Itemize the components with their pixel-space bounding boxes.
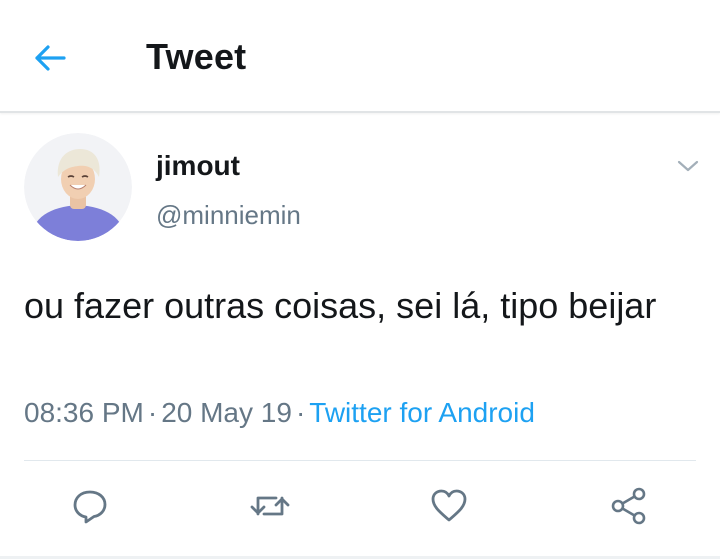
tweet-metadata: 08:36 PM · 20 May 19 · Twitter for Android bbox=[24, 397, 535, 429]
separator: · bbox=[147, 397, 158, 428]
reply-icon bbox=[73, 490, 107, 524]
tweet-date: 20 May 19 bbox=[161, 397, 292, 428]
share-button[interactable] bbox=[607, 486, 651, 526]
avatar[interactable] bbox=[24, 133, 132, 241]
share-icon bbox=[611, 487, 646, 525]
tweet-text: ou fazer outras coisas, sei lá, tipo bei… bbox=[24, 285, 657, 326]
app-header: Tweet bbox=[0, 0, 720, 113]
retweet-button[interactable] bbox=[248, 486, 292, 526]
chevron-down-icon bbox=[677, 160, 699, 172]
heart-icon bbox=[431, 489, 467, 522]
avatar-image bbox=[24, 133, 132, 241]
tweet-time: 08:36 PM bbox=[24, 397, 144, 428]
like-button[interactable] bbox=[427, 486, 471, 526]
tweet-source-link[interactable]: Twitter for Android bbox=[309, 397, 535, 428]
page-title: Tweet bbox=[146, 36, 247, 77]
author-display-name[interactable]: jimout bbox=[156, 150, 240, 182]
arrow-left-icon bbox=[35, 45, 66, 71]
back-button[interactable] bbox=[28, 38, 72, 78]
separator: · bbox=[295, 397, 306, 428]
more-options-button[interactable] bbox=[672, 152, 704, 180]
author-handle[interactable]: @minniemin bbox=[156, 200, 301, 231]
retweet-icon bbox=[250, 496, 290, 516]
reply-button[interactable] bbox=[68, 486, 112, 526]
divider bbox=[24, 460, 696, 461]
